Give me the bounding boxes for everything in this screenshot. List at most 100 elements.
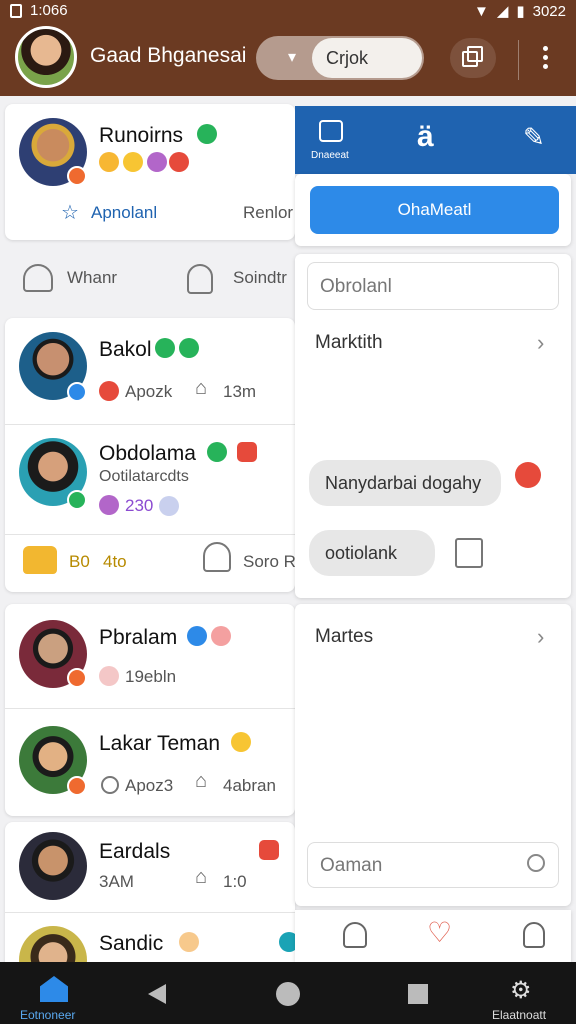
panel-toolbar: ♡	[295, 910, 571, 962]
panel-block: Martes › Oaman	[295, 604, 571, 906]
divider	[5, 708, 295, 709]
home-icon: ⌂	[195, 866, 208, 888]
home-icon: ⌂	[195, 770, 208, 792]
contact-meta: Apozk	[125, 382, 173, 401]
status-icon	[155, 338, 175, 358]
heart-icon[interactable]: ♡	[427, 916, 452, 949]
gear-icon[interactable]: ⚙	[510, 976, 532, 1005]
message-icon[interactable]	[319, 120, 343, 142]
mode-toggle[interactable]: ▾ Crjok	[256, 36, 424, 80]
suggestion-chip[interactable]: ootiolank	[309, 530, 435, 576]
tab-whanr[interactable]: Whanr	[67, 268, 117, 288]
smile-icon	[231, 732, 251, 752]
devil-emoji-icon	[515, 462, 541, 488]
gift-icon	[99, 495, 119, 515]
person-icon	[203, 542, 231, 572]
wifi-icon: ▼	[473, 2, 489, 20]
edit-icon[interactable]	[455, 538, 483, 568]
gift-icon	[259, 840, 279, 860]
chevron-down-icon: ▾	[288, 49, 297, 66]
divider	[518, 40, 519, 80]
profile-avatar[interactable]	[15, 26, 77, 88]
bottom-nav: Eotnoneer ⚙ Elaatnoatt	[0, 962, 576, 1024]
share-icon[interactable]: ✎	[523, 122, 545, 153]
chat-icon	[279, 932, 295, 952]
panel-header: Dnaeeat ä ✎	[295, 106, 576, 174]
contact-name: Runoirns	[99, 124, 184, 147]
dice-icon	[237, 442, 257, 462]
verified-badge	[67, 382, 87, 402]
action-primary[interactable]: Apnolanl	[91, 203, 157, 223]
status-badge	[67, 776, 87, 796]
action-right[interactable]: Soro R	[243, 552, 295, 572]
contact-name: Obdolama	[99, 442, 196, 465]
battery-level: 3022	[532, 2, 566, 20]
home-icon: ⌂	[195, 377, 208, 399]
face-icon	[99, 666, 119, 686]
check-icon	[207, 442, 227, 462]
emoji-icon	[211, 626, 231, 646]
notification-icon	[10, 3, 22, 18]
person-icon	[187, 264, 213, 294]
alert-icon	[99, 381, 119, 401]
smile-icon	[179, 932, 199, 952]
battery-icon: ▮	[516, 3, 525, 20]
panel-block: Obrolanl Marktith › Nanydarbai dogahy oo…	[295, 254, 571, 598]
person-icon	[23, 264, 53, 292]
header-left-label: Dnaeeat	[311, 150, 349, 161]
coin-icon	[159, 496, 179, 516]
profile-icon[interactable]	[523, 922, 545, 948]
contact-meta: 4abran	[223, 776, 276, 795]
contact-name: Eardals	[99, 840, 171, 863]
translate-icon[interactable]: ä	[417, 120, 434, 154]
forward-icon	[179, 338, 199, 358]
toggle-label: Crjok	[312, 38, 422, 78]
list-item[interactable]: Martes	[315, 626, 373, 648]
contact-count: 230	[125, 496, 154, 515]
home-icon[interactable]	[40, 976, 68, 1002]
online-badge	[67, 490, 87, 510]
feed-card: Pbralam 19ebln Lakar Teman Apoz3 ⌂ 4abra…	[5, 604, 295, 816]
action-secondary[interactable]: Renlor	[243, 203, 293, 223]
chevron-right-icon: ›	[537, 624, 545, 649]
contact-subtitle: Ootilatarcdts	[99, 468, 189, 485]
primary-button[interactable]: OhaMeatl	[310, 186, 559, 234]
back-icon[interactable]	[148, 984, 166, 1004]
contact-name: Lakar Teman	[99, 732, 221, 755]
app-title: Gaad Bhganesai	[90, 44, 247, 67]
home-button-icon[interactable]	[276, 982, 300, 1006]
list-item[interactable]: Marktith	[315, 332, 383, 354]
bell-icon[interactable]	[343, 922, 367, 948]
tab-soindtr[interactable]: Soindtr	[233, 268, 287, 288]
search-icon[interactable]	[527, 854, 545, 872]
recents-icon[interactable]	[408, 984, 428, 1004]
contact-meta: 3AM	[99, 872, 134, 891]
divider	[5, 912, 295, 913]
copy-button[interactable]	[450, 38, 496, 78]
emoji-icon	[123, 152, 143, 172]
contact-meta: 1:0	[223, 872, 247, 891]
app-bar: Gaad Bhganesai ▾ Crjok	[0, 24, 576, 96]
home-label: Eotnoneer	[20, 1008, 76, 1022]
search-input[interactable]: Oaman	[307, 842, 559, 888]
feed-card: Bakol Apozk ⌂ 13m Obdolama Ootilatarcdts…	[5, 318, 295, 592]
contact-name: Pbralam	[99, 626, 178, 649]
star-icon: ☆	[61, 202, 79, 224]
action-left[interactable]: B0	[69, 552, 90, 572]
status-badge	[67, 166, 87, 186]
contact-name: Bakol	[99, 338, 152, 361]
signal-icon: ◢	[496, 3, 509, 20]
tab-row: Whanr Soindtr	[5, 250, 295, 306]
contact-time: 13m	[223, 382, 257, 401]
info-icon	[187, 626, 207, 646]
chevron-right-icon: ›	[537, 330, 545, 355]
chat-bubble-icon	[197, 124, 217, 144]
action-left-value: 4to	[103, 552, 127, 571]
overflow-menu-icon[interactable]	[540, 46, 550, 72]
clock-icon	[101, 776, 119, 794]
settings-label: Elaatnoatt	[492, 1008, 547, 1022]
avatar[interactable]	[19, 832, 87, 900]
text-input[interactable]: Obrolanl	[307, 262, 559, 310]
bell-icon[interactable]	[23, 546, 57, 574]
status-bar: 1:066 ▼ ◢ ▮ 3022	[0, 0, 576, 24]
